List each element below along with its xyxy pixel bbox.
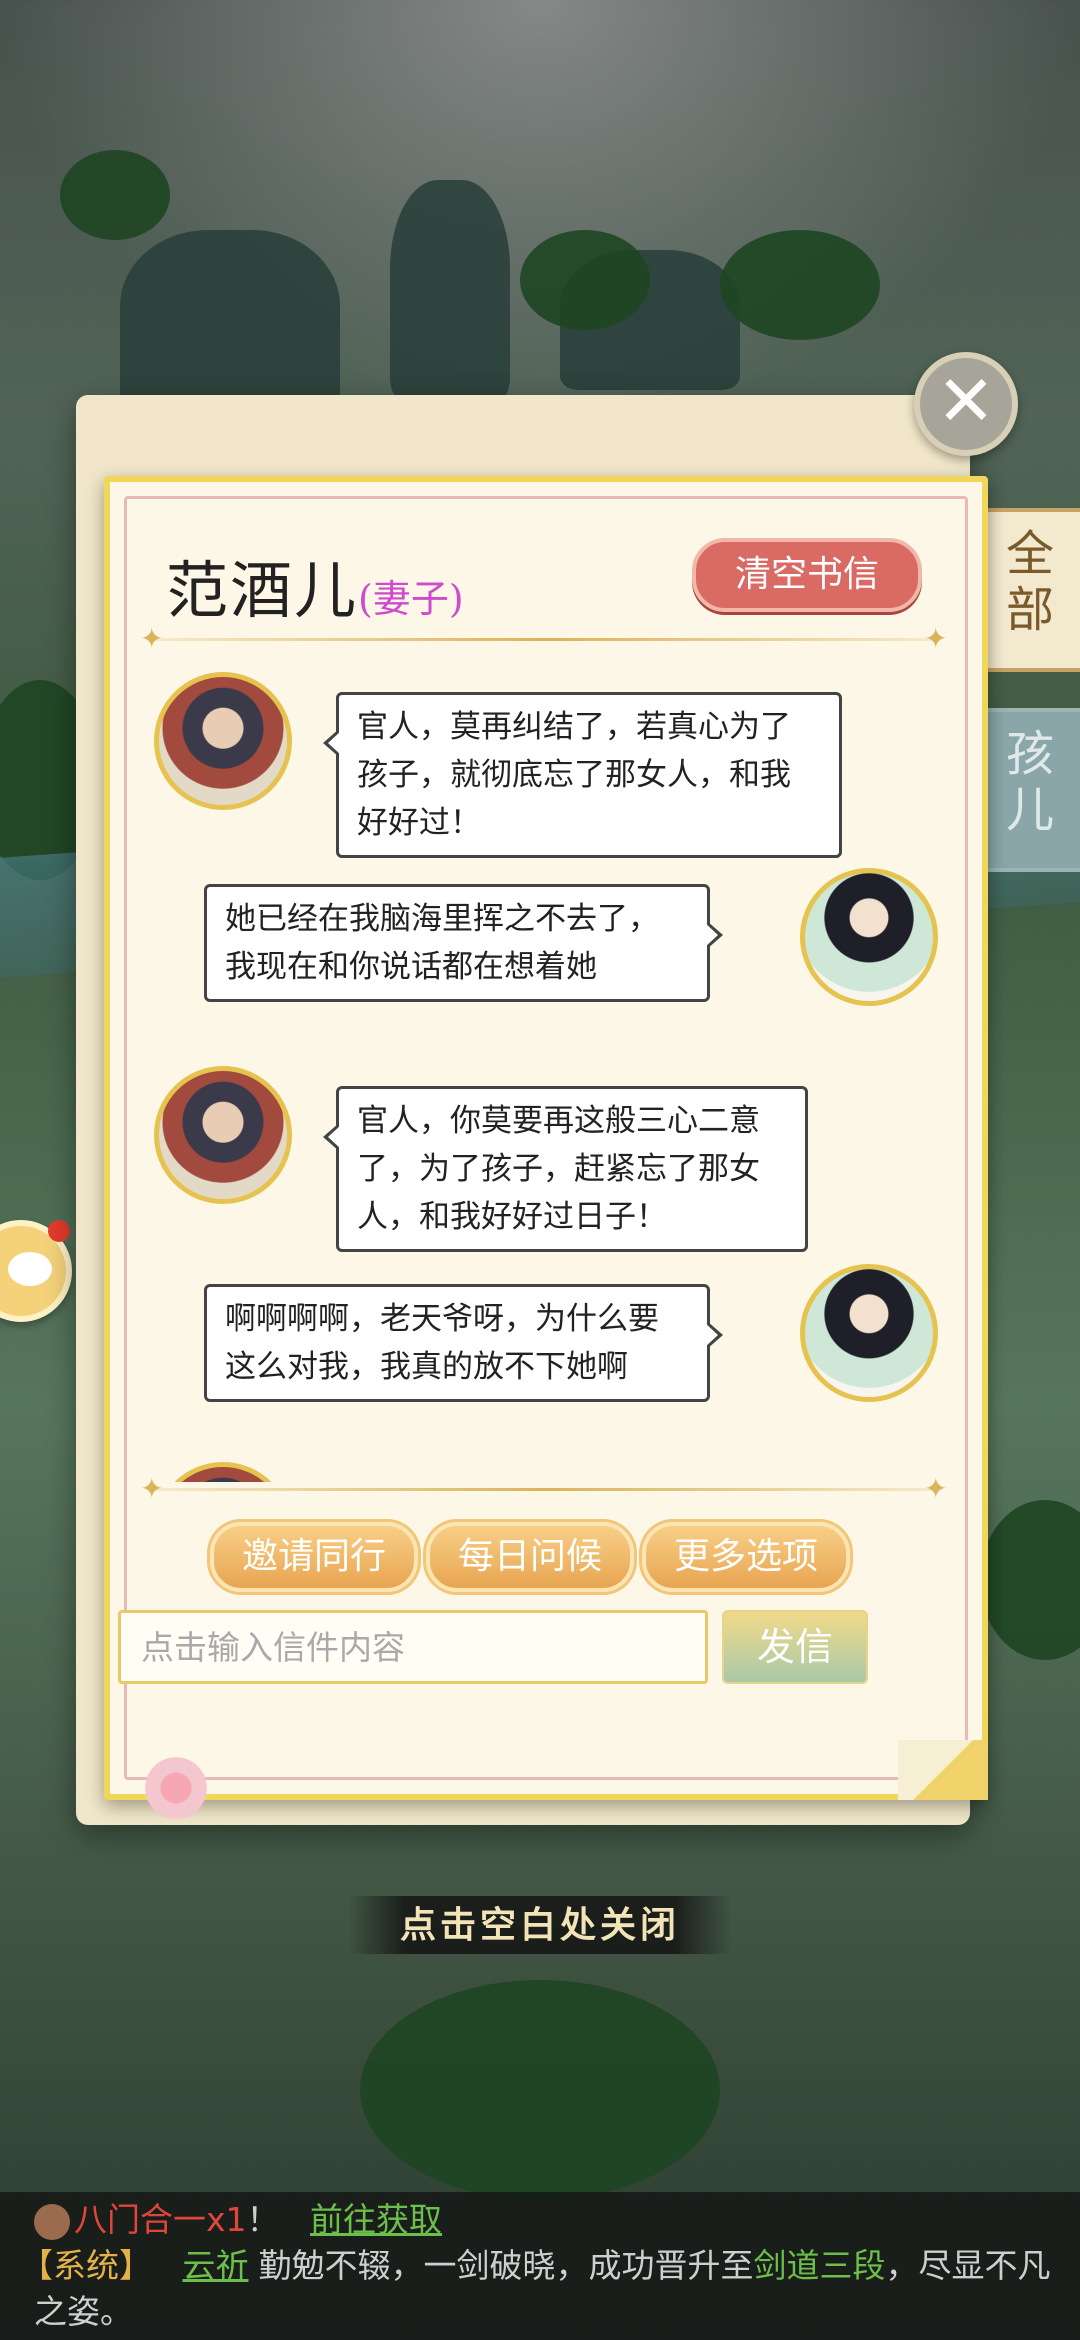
goto-obtain-link[interactable]: 前往获取 (310, 2200, 442, 2239)
wife-avatar[interactable] (154, 672, 292, 810)
chat-bubble-shape (8, 1252, 52, 1286)
tab-all[interactable]: 全部 (976, 508, 1080, 672)
husband-avatar[interactable] (800, 1264, 938, 1402)
broadcast-line-2: 【系统】 云祈 勤勉不辍，一剑破晓，成功晋升至剑道三段，尽显不凡 (20, 2242, 1051, 2290)
character-name: 范酒儿 (166, 554, 359, 627)
rank-name: 剑道三段 (753, 2246, 886, 2285)
top-divider: ✦ ✦ (140, 625, 947, 653)
wife-avatar[interactable] (154, 1066, 292, 1204)
wife-avatar[interactable] (154, 1462, 292, 1482)
tab-all-label: 全部 (1005, 526, 1054, 638)
broadcast-text: 勤勉不辍，一剑破晓，成功晋升至 (258, 2246, 754, 2285)
tab-children-label: 孩儿 (1005, 726, 1054, 838)
page-fold-corner (898, 1740, 988, 1800)
close-icon: ✕ (936, 360, 996, 442)
message-bubble: 她已经在我脑海里挥之不去了，我现在和你说话都在想着她 (204, 884, 723, 1002)
tab-children[interactable]: 孩儿 (976, 708, 1080, 872)
divider-star-icon: ✦ (140, 622, 164, 655)
clear-letters-button[interactable]: 清空书信 (692, 538, 922, 612)
more-options-button[interactable]: 更多选项 (642, 1522, 850, 1592)
plum-blossom-icon (140, 1752, 212, 1824)
send-button[interactable]: 发信 (722, 1610, 868, 1684)
item-icon (34, 2203, 70, 2240)
daily-greeting-button[interactable]: 每日问候 (426, 1522, 634, 1592)
message-bubble: 官人，你莫要再这般三心二意了，为了孩子，赶紧忘了那女人，和我好好过日子！ (323, 1086, 808, 1252)
system-tag: 【系统】 (20, 2246, 152, 2285)
divider-star-icon: ✦ (924, 622, 948, 655)
tap-to-close-hint: 点击空白处关闭 (348, 1896, 732, 1954)
system-broadcast: 八门合一x1！ 前往获取 【系统】 云祈 勤勉不辍，一剑破晓，成功晋升至剑道三段，… (0, 2192, 1080, 2340)
letter-input[interactable] (121, 1613, 705, 1681)
notification-dot (48, 1220, 70, 1242)
broadcast-exclaim: ！ (246, 2200, 280, 2239)
broadcast-text-end: ，尽显不凡 (885, 2246, 1051, 2285)
broadcast-line-3: 之姿。 (34, 2288, 133, 2336)
message-bubble: 啊啊啊啊，老天爷呀，为什么要这么对我，我真的放不下她啊 (204, 1284, 723, 1402)
bottom-divider: ✦ ✦ (140, 1475, 947, 1503)
divider-star-icon: ✦ (924, 1472, 948, 1505)
letter-panel: 范酒儿(妻子) 清空书信 ✦ ✦ 官人，莫再纠结了，若真心为了孩子，就彻底忘了那… (104, 476, 988, 1824)
player-name-link[interactable]: 云祈 (183, 2246, 249, 2285)
invite-button[interactable]: 邀请同行 (210, 1522, 418, 1592)
broadcast-line-1: 八门合一x1！ 前往获取 (34, 2196, 442, 2244)
broadcast-item: 八门合一x1 (74, 2200, 247, 2239)
relation-label: (妻子) (358, 577, 464, 621)
letter-title: 范酒儿(妻子) (166, 540, 464, 630)
message-list[interactable]: 官人，莫再纠结了，若真心为了孩子，就彻底忘了那女人，和我好好过！ 她已经在我脑海… (154, 662, 938, 1482)
letter-input-container (118, 1610, 708, 1684)
broadcast-text-tail: 之姿。 (34, 2292, 133, 2331)
close-button[interactable]: ✕ (914, 352, 1018, 456)
husband-avatar[interactable] (800, 868, 938, 1006)
message-bubble: 官人，莫再纠结了，若真心为了孩子，就彻底忘了那女人，和我好好过！ (323, 692, 842, 858)
divider-star-icon: ✦ (140, 1472, 164, 1505)
